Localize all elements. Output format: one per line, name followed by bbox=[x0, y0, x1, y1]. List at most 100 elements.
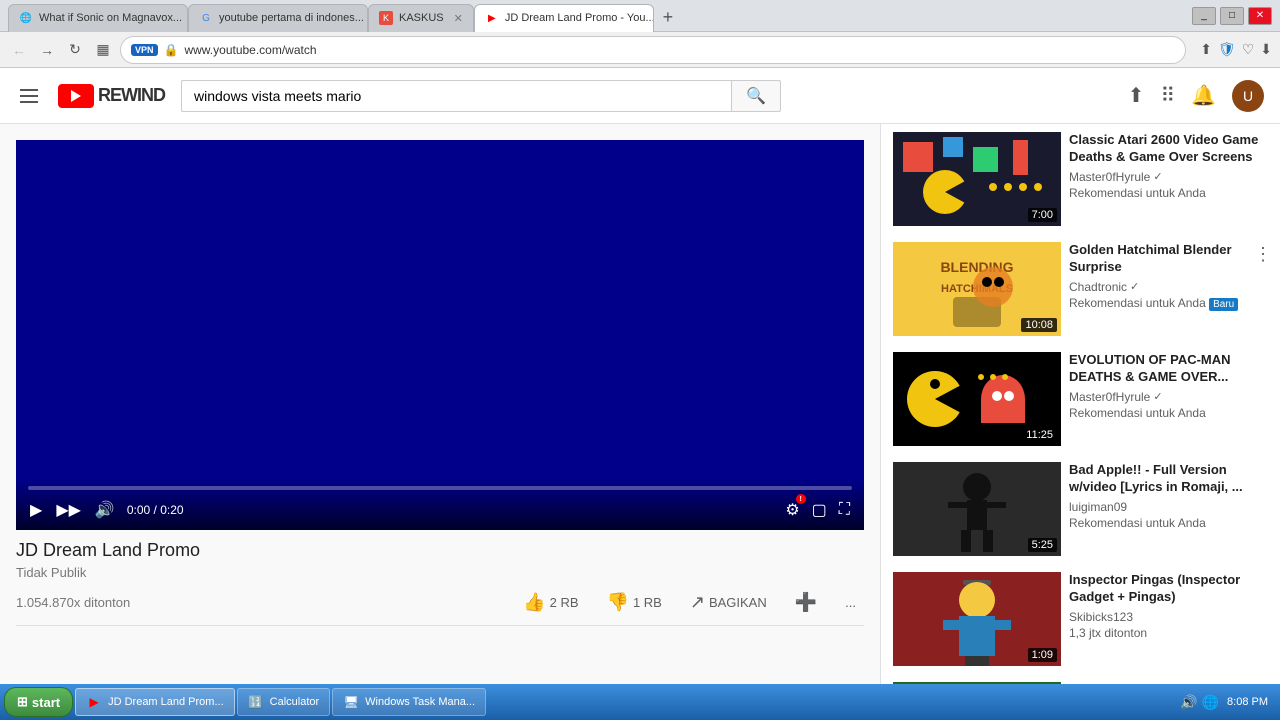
taskbar-item-yt[interactable]: ▶ JD Dream Land Prom... bbox=[75, 688, 235, 716]
browser-addressbar: ← → ↻ ▦ VPN 🔒 ⬆ 🛡 ♡ ⬇ bbox=[0, 32, 1280, 68]
back-button[interactable]: ← bbox=[8, 39, 30, 61]
add-to-playlist-button[interactable]: ➕ bbox=[787, 588, 825, 617]
sidebar-info-5: Inspector Pingas (Inspector Gadget + Pin… bbox=[1069, 572, 1268, 666]
browser-tab-1[interactable]: 🌐 What if Sonic on Magnavox... ✕ bbox=[8, 4, 188, 32]
main-content: ▶ ▶▶ 🔊 0:00 / 0:20 ⚙ ! ▢ ⛶ bbox=[0, 124, 1280, 684]
sidebar-channel-4: luigiman09 bbox=[1069, 500, 1268, 514]
sidebar-info-4: Bad Apple!! - Full Version w/video [Lyri… bbox=[1069, 462, 1268, 556]
lock-icon: 🔒 bbox=[164, 43, 179, 57]
verified-icon-3: ✓ bbox=[1153, 390, 1162, 403]
thumbnail-1: 7:00 bbox=[893, 132, 1061, 226]
duration-2: 10:08 bbox=[1021, 318, 1057, 332]
browser-tab-4[interactable]: ▶ JD Dream Land Promo - You... ✕ bbox=[474, 4, 654, 32]
sidebar-meta-3: Rekomendasi untuk Anda bbox=[1069, 406, 1268, 420]
sidebar-title-1: Classic Atari 2600 Video Game Deaths & G… bbox=[1069, 132, 1268, 166]
taskbar-taskmgr-icon: 🖥 bbox=[343, 694, 359, 710]
sidebar-info-3: EVOLUTION OF PAC-MAN DEATHS & GAME OVER.… bbox=[1069, 352, 1268, 446]
sidebar-info-1: Classic Atari 2600 Video Game Deaths & G… bbox=[1069, 132, 1268, 226]
volume-icon[interactable]: 🔊 bbox=[1180, 694, 1197, 711]
search-input[interactable] bbox=[181, 80, 731, 112]
apps-grid-icon[interactable]: ⠿ bbox=[1160, 83, 1175, 108]
fullscreen-button[interactable]: ⛶ bbox=[837, 499, 852, 521]
video-screen bbox=[16, 140, 864, 470]
thumbsdown-icon: 👎 bbox=[607, 592, 629, 613]
verified-icon-2: ✓ bbox=[1130, 280, 1139, 293]
list-item[interactable]: 1:09 Inspector Pingas (Inspector Gadget … bbox=[881, 564, 1280, 674]
share-label: BAGIKAN bbox=[709, 595, 767, 610]
play-button[interactable]: ▶ bbox=[28, 498, 44, 522]
settings-badge: ! bbox=[796, 494, 806, 504]
window-controls: _ □ ✕ bbox=[1192, 7, 1272, 25]
forward-button[interactable]: → bbox=[36, 39, 58, 61]
thumbnail-4: 5:25 bbox=[893, 462, 1061, 556]
time-display: 8:08 PM bbox=[1227, 696, 1268, 708]
sidebar-title-5: Inspector Pingas (Inspector Gadget + Pin… bbox=[1069, 572, 1268, 606]
adblock-icon[interactable]: 🛡 bbox=[1218, 41, 1236, 58]
taskbar-item-calc[interactable]: 🔢 Calculator bbox=[237, 688, 331, 716]
video-stats-row: 1.054.870x ditonton 👍 2 RB 👎 1 RB ↗ BAGI… bbox=[16, 588, 864, 626]
video-player[interactable]: ▶ ▶▶ 🔊 0:00 / 0:20 ⚙ ! ▢ ⛶ bbox=[16, 140, 864, 530]
start-button[interactable]: ⊞ start bbox=[4, 687, 73, 717]
hamburger-menu[interactable] bbox=[16, 85, 42, 107]
heart-icon[interactable]: ♡ bbox=[1242, 41, 1255, 58]
list-item[interactable]: BLENDING HATCHIMALS 10:08 Golden Hatchim… bbox=[881, 234, 1280, 344]
sidebar-channel-1: Master0fHyrule ✓ bbox=[1069, 170, 1268, 184]
browser-tab-2[interactable]: G youtube pertama di indones... ✕ bbox=[188, 4, 368, 32]
progress-bar[interactable] bbox=[28, 486, 852, 490]
addlist-icon: ➕ bbox=[795, 592, 817, 613]
tab4-label: JD Dream Land Promo - You... bbox=[505, 12, 654, 24]
tab2-favicon: G bbox=[199, 11, 213, 25]
taskbar: ⊞ start ▶ JD Dream Land Prom... 🔢 Calcul… bbox=[0, 684, 1280, 720]
network-icon[interactable]: 🌐 bbox=[1202, 694, 1219, 711]
youtube-header: REWIND 🔍 ⬆ ⠿ 🔔 U bbox=[0, 68, 1280, 124]
notifications-icon[interactable]: 🔔 bbox=[1191, 83, 1216, 108]
youtube-logo[interactable]: REWIND bbox=[58, 84, 165, 108]
verified-icon-1: ✓ bbox=[1153, 170, 1162, 183]
maximize-button[interactable]: □ bbox=[1220, 7, 1244, 25]
tab3-close[interactable]: ✕ bbox=[454, 12, 463, 25]
reload-button[interactable]: ↻ bbox=[64, 39, 86, 61]
header-right: ⬆ ⠿ 🔔 U bbox=[1128, 80, 1264, 112]
sidebar-more-button-2[interactable]: ⋮ bbox=[1250, 242, 1276, 267]
dislike-button[interactable]: 👎 1 RB bbox=[599, 588, 670, 617]
more-options-button[interactable]: ... bbox=[837, 591, 864, 614]
like-button[interactable]: 👍 2 RB bbox=[515, 588, 586, 617]
download-icon[interactable]: ⬇ bbox=[1260, 41, 1272, 58]
close-button[interactable]: ✕ bbox=[1248, 7, 1272, 25]
list-item[interactable]: SUPER MARIO 64 15:00 Bob-Omb Battlefield… bbox=[881, 674, 1280, 684]
list-item[interactable]: 7:00 Classic Atari 2600 Video Game Death… bbox=[881, 124, 1280, 234]
duration-3: 11:25 bbox=[1022, 428, 1057, 442]
list-item[interactable]: 11:25 EVOLUTION OF PAC-MAN DEATHS & GAME… bbox=[881, 344, 1280, 454]
list-item[interactable]: 5:25 Bad Apple!! - Full Version w/video … bbox=[881, 454, 1280, 564]
tab1-label: What if Sonic on Magnavox... bbox=[39, 12, 182, 24]
sidebar-meta-1: Rekomendasi untuk Anda bbox=[1069, 186, 1268, 200]
theater-mode-button[interactable]: ▢ bbox=[810, 498, 829, 522]
address-input[interactable] bbox=[184, 43, 1175, 57]
dislike-count: 1 RB bbox=[633, 595, 662, 610]
browser-tab-3[interactable]: K KASKUS ✕ bbox=[368, 4, 474, 32]
tab3-label: KASKUS bbox=[399, 12, 444, 24]
thumbnail-2: BLENDING HATCHIMALS 10:08 bbox=[893, 242, 1061, 336]
upload-video-icon[interactable]: ⬆ bbox=[1128, 83, 1145, 108]
video-controls: ▶ ▶▶ 🔊 0:00 / 0:20 ⚙ ! ▢ ⛶ bbox=[16, 478, 864, 530]
sidebar-channel-3: Master0fHyrule ✓ bbox=[1069, 390, 1268, 404]
taskbar-item-taskmgr[interactable]: 🖥 Windows Task Mana... bbox=[332, 688, 486, 716]
browser-tabs: 🌐 What if Sonic on Magnavox... ✕ G youtu… bbox=[8, 0, 682, 32]
user-avatar[interactable]: U bbox=[1232, 80, 1264, 112]
system-tray: 🔊 🌐 bbox=[1180, 694, 1219, 711]
video-title: JD Dream Land Promo bbox=[16, 540, 864, 561]
mute-button[interactable]: 🔊 bbox=[93, 498, 117, 522]
extensions-button[interactable]: ▦ bbox=[92, 39, 114, 61]
taskbar-calc-label: Calculator bbox=[270, 696, 320, 708]
share-button[interactable]: ↗ BAGIKAN bbox=[682, 588, 775, 617]
minimize-button[interactable]: _ bbox=[1192, 7, 1216, 25]
search-button[interactable]: 🔍 bbox=[731, 80, 781, 112]
duration-5: 1:09 bbox=[1028, 648, 1057, 662]
upload-icon[interactable]: ⬆ bbox=[1200, 41, 1212, 58]
next-button[interactable]: ▶▶ bbox=[54, 498, 83, 522]
tab2-label: youtube pertama di indones... bbox=[219, 12, 364, 24]
sidebar-title-4: Bad Apple!! - Full Version w/video [Lyri… bbox=[1069, 462, 1268, 496]
taskbar-yt-icon: ▶ bbox=[86, 694, 102, 710]
time-display: 0:00 / 0:20 bbox=[127, 503, 184, 517]
new-tab-button[interactable]: + bbox=[654, 4, 682, 32]
